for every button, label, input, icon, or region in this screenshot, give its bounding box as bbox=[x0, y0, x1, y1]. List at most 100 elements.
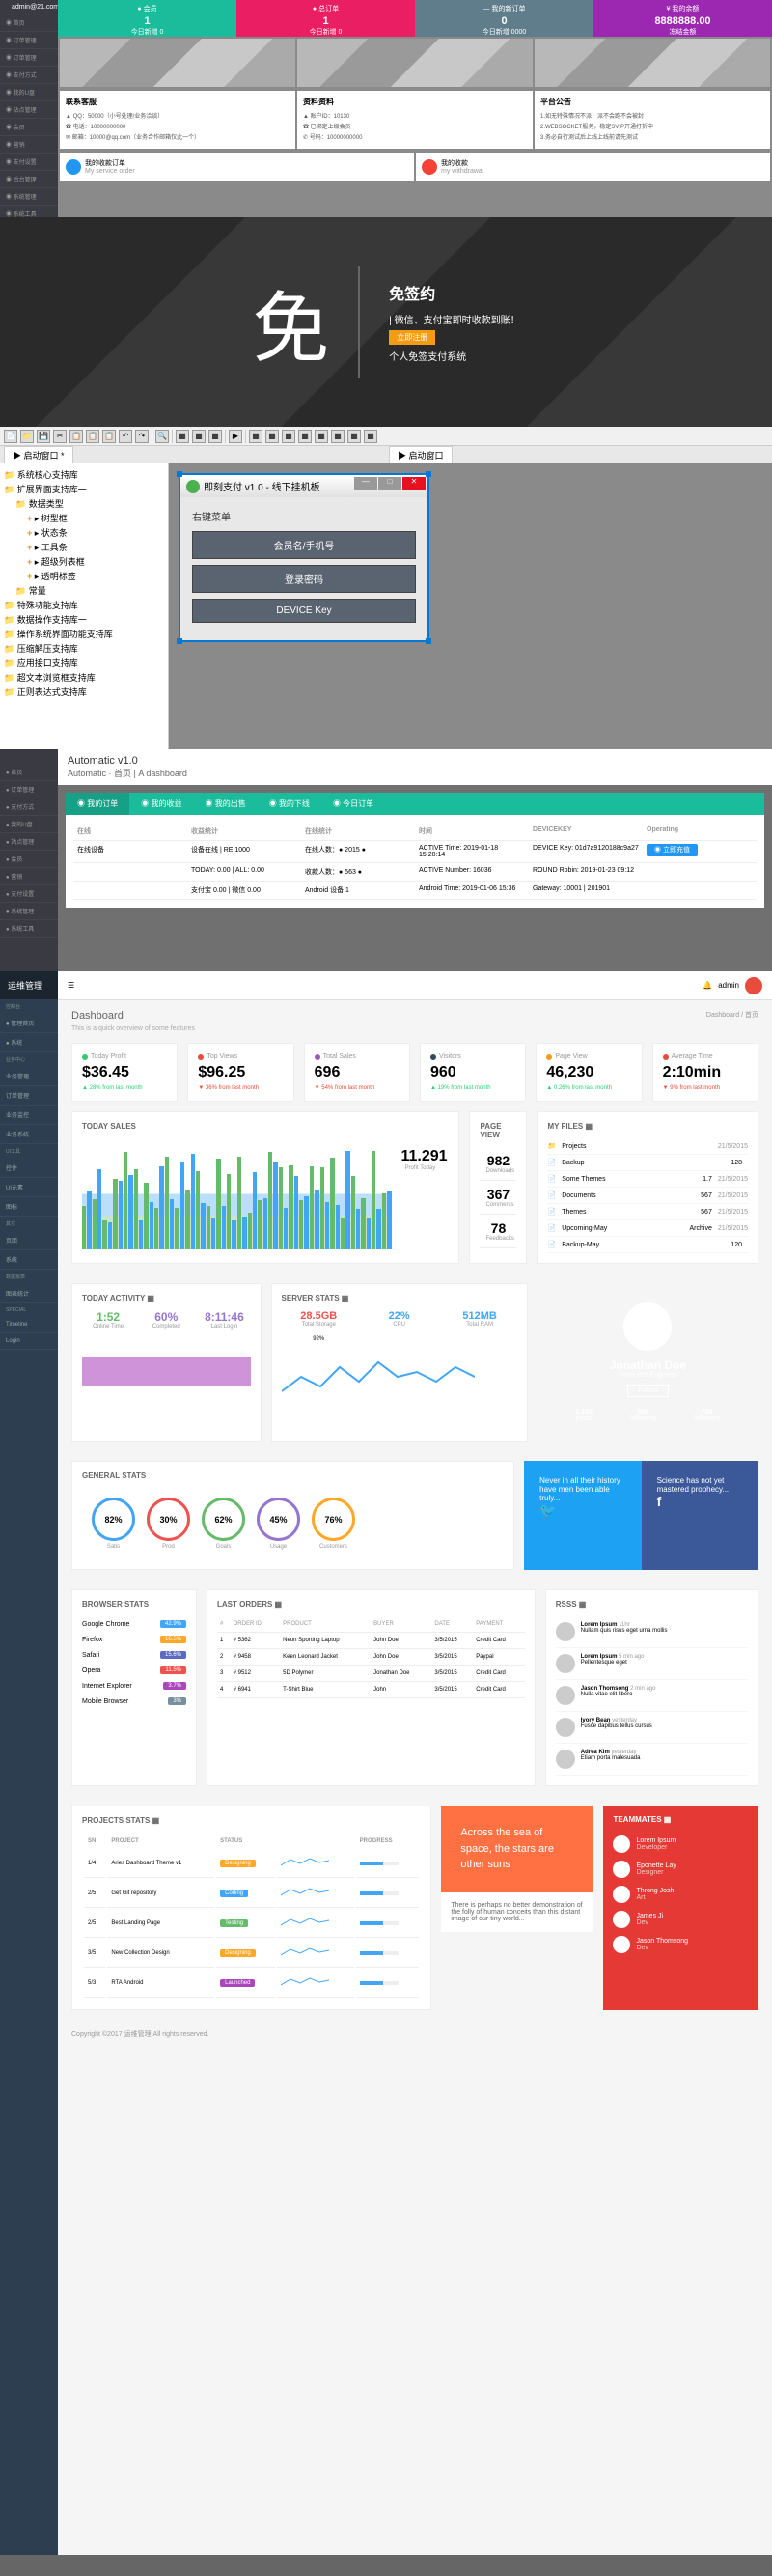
tree-item[interactable]: 📁 压缩解压支持库 bbox=[4, 641, 164, 656]
toolbar-button[interactable]: ▶ bbox=[229, 430, 242, 443]
team-member[interactable]: Jason ThomsongDev bbox=[613, 1932, 749, 1957]
team-member[interactable]: Lorem IpsumDeveloper bbox=[613, 1832, 749, 1857]
toolbar-button[interactable]: 📁 bbox=[20, 430, 34, 443]
nav-item[interactable]: ◉ 会员 bbox=[0, 119, 58, 136]
toolbar-button[interactable]: 📄 bbox=[4, 430, 17, 443]
file-row[interactable]: 📄Some Themes1.721/5/2015 bbox=[547, 1171, 748, 1188]
input-field[interactable]: 会员名/手机号 bbox=[192, 531, 416, 559]
stat-card[interactable]: — 我的新订单0今日新增 0000 bbox=[415, 0, 593, 37]
nav-item[interactable]: ● 系统工具 bbox=[0, 920, 58, 938]
nav-item[interactable]: ● 系统 bbox=[0, 1033, 58, 1052]
tree-item[interactable]: 📁 常量 bbox=[4, 583, 164, 598]
toolbar-button[interactable]: ▦ bbox=[249, 430, 262, 443]
feed-item[interactable]: Lorem Ipsum 11hrNullam quis risus eget u… bbox=[556, 1616, 748, 1648]
project-row[interactable]: 2/5Get Git repositoryCoding bbox=[84, 1880, 419, 1908]
toolbar-button[interactable]: 📋 bbox=[102, 430, 116, 443]
file-row[interactable]: 📄Themes56721/5/2015 bbox=[547, 1204, 748, 1220]
tree-item[interactable]: 📁 超文本浏览框支持库 bbox=[4, 670, 164, 685]
tab[interactable]: ◉ 今日订单 bbox=[321, 793, 385, 815]
window-titlebar[interactable]: 即刻支付 v1.0 - 线下挂机板 — □ ✕ bbox=[180, 475, 427, 497]
maximize-button[interactable]: □ bbox=[378, 477, 401, 490]
toolbar-button[interactable]: ▦ bbox=[282, 430, 295, 443]
toolbar-button[interactable]: ▦ bbox=[208, 430, 222, 443]
toolbar-button[interactable]: ▦ bbox=[364, 430, 377, 443]
nav-item[interactable]: 控件 bbox=[0, 1159, 58, 1178]
order-row[interactable]: 1# 5362Neon Sporting LaptopJohn Doe3/5/2… bbox=[217, 1633, 525, 1649]
resize-handle[interactable] bbox=[426, 638, 431, 644]
tree-item[interactable]: 📁 特殊功能支持库 bbox=[4, 598, 164, 612]
twitter-card[interactable]: Never in all their history have men been… bbox=[524, 1461, 641, 1570]
feed-item[interactable]: Jason Thomsong 2 min agoNulla vitae elit… bbox=[556, 1680, 748, 1712]
toolbar-button[interactable]: 🔍 bbox=[155, 430, 169, 443]
file-row[interactable]: 📄Upcoming-MayArchive21/5/2015 bbox=[547, 1220, 748, 1237]
nav-item[interactable]: ◉ 营销 bbox=[0, 136, 58, 154]
nav-item[interactable]: UI元素 bbox=[0, 1178, 58, 1197]
feed-item[interactable]: Adrea Kim yesterdayEtiam porta malesuada bbox=[556, 1744, 748, 1776]
tree-item[interactable]: 📁 扩展界面支持库一 bbox=[4, 482, 164, 496]
action-card[interactable]: 我的收款my withdrawal bbox=[416, 153, 770, 181]
nav-item[interactable]: 订单管理 bbox=[0, 1086, 58, 1106]
toolbar-button[interactable]: ↶ bbox=[119, 430, 132, 443]
username[interactable]: admin bbox=[718, 981, 739, 990]
stat-card[interactable]: ● 总订单1今日新增 0 bbox=[236, 0, 415, 37]
action-card[interactable]: 我的收款订单My service order bbox=[60, 153, 414, 181]
project-row[interactable]: 2/5Best Landing PageTesting bbox=[84, 1910, 419, 1938]
resize-handle[interactable] bbox=[177, 638, 182, 644]
nav-item[interactable]: Timeline bbox=[0, 1317, 58, 1333]
tree-item[interactable]: + ▸ 工具条 bbox=[4, 540, 164, 554]
toolbar-button[interactable]: 💾 bbox=[37, 430, 50, 443]
nav-item[interactable]: ◉ 支付方式 bbox=[0, 67, 58, 84]
avatar[interactable] bbox=[745, 977, 762, 994]
nav-item[interactable]: ◉ 站点管理 bbox=[0, 101, 58, 119]
file-row[interactable]: 📁Projects21/5/2015 bbox=[547, 1138, 748, 1155]
nav-item[interactable]: ◉ 支付设置 bbox=[0, 154, 58, 171]
toolbar-button[interactable]: ▦ bbox=[265, 430, 279, 443]
tree-item[interactable]: 📁 应用接口支持库 bbox=[4, 656, 164, 670]
toolbar-button[interactable]: ✂ bbox=[53, 430, 67, 443]
team-member[interactable]: Throng JoshArt bbox=[613, 1882, 749, 1907]
ide-tab[interactable]: ▶ 启动窗口 * bbox=[4, 446, 73, 464]
follow-button[interactable]: Follow bbox=[627, 1385, 668, 1397]
file-row[interactable]: 📄Backup128 bbox=[547, 1155, 748, 1171]
toolbar-button[interactable]: 📋 bbox=[69, 430, 83, 443]
nav-item[interactable]: ● 系统管理 bbox=[0, 903, 58, 920]
minimize-button[interactable]: — bbox=[354, 477, 377, 490]
project-row[interactable]: 5/3RTA AndroidLaunched bbox=[84, 1970, 419, 1998]
nav-item[interactable]: 业务监控 bbox=[0, 1106, 58, 1125]
nav-item[interactable]: ◉ 我的U盘 bbox=[0, 84, 58, 101]
nav-item[interactable]: 业务管理 bbox=[0, 1067, 58, 1086]
order-row[interactable]: 2# 9458Keen Leonard JacketJohn Doe3/5/20… bbox=[217, 1649, 525, 1666]
nav-item[interactable]: 业务系统 bbox=[0, 1125, 58, 1144]
toolbar-button[interactable]: ▦ bbox=[331, 430, 345, 443]
input-field[interactable]: 登录密码 bbox=[192, 565, 416, 593]
order-row[interactable]: 3# 95125D PolymerJonathan Doe3/5/2015Cre… bbox=[217, 1666, 525, 1682]
close-button[interactable]: ✕ bbox=[402, 477, 426, 490]
feed-item[interactable]: Ivory Bean yesterdayFusce dapibus tellus… bbox=[556, 1712, 748, 1744]
stat-card[interactable]: ● 会员1今日新增 0 bbox=[58, 0, 236, 37]
nav-item[interactable]: Login bbox=[0, 1333, 58, 1350]
order-row[interactable]: 4# 6941T-Shirt BlueJohn3/5/2015Credit Ca… bbox=[217, 1682, 525, 1698]
nav-item[interactable]: ◉ 订单管理 bbox=[0, 49, 58, 67]
input-field[interactable]: DEVICE Key bbox=[192, 599, 416, 623]
tree-item[interactable]: + ▸ 透明标签 bbox=[4, 569, 164, 583]
resize-handle[interactable] bbox=[177, 471, 182, 477]
nav-item[interactable]: 页面 bbox=[0, 1231, 58, 1250]
nav-item[interactable]: ● 营销 bbox=[0, 868, 58, 885]
project-row[interactable]: 1/4Aries Dashboard Theme v1Designing bbox=[84, 1850, 419, 1878]
tab[interactable]: ◉ 我的收益 bbox=[129, 793, 193, 815]
nav-item[interactable]: ● 我的U盘 bbox=[0, 816, 58, 833]
tab[interactable]: ◉ 我的下线 bbox=[258, 793, 321, 815]
nav-item[interactable]: ● 订单管理 bbox=[0, 781, 58, 798]
register-button[interactable]: 立即注册 bbox=[389, 330, 435, 345]
tree-item[interactable]: 📁 正则表达式支持库 bbox=[4, 685, 164, 699]
nav-item[interactable]: ◉ 首页 bbox=[0, 14, 58, 32]
nav-item[interactable]: ● 管理首页 bbox=[0, 1014, 58, 1033]
nav-item[interactable]: ● 支付方式 bbox=[0, 798, 58, 816]
team-member[interactable]: Eponette LayDesigner bbox=[613, 1857, 749, 1882]
nav-item[interactable]: ● 支付设置 bbox=[0, 885, 58, 903]
nav-item[interactable]: ● 会员 bbox=[0, 851, 58, 868]
file-row[interactable]: 📄Backup-May120 bbox=[547, 1237, 748, 1253]
menu-icon[interactable]: ☰ bbox=[68, 981, 74, 990]
ide-tab[interactable]: ▶ 启动窗口 bbox=[389, 446, 453, 464]
toolbar-button[interactable]: 📋 bbox=[86, 430, 99, 443]
